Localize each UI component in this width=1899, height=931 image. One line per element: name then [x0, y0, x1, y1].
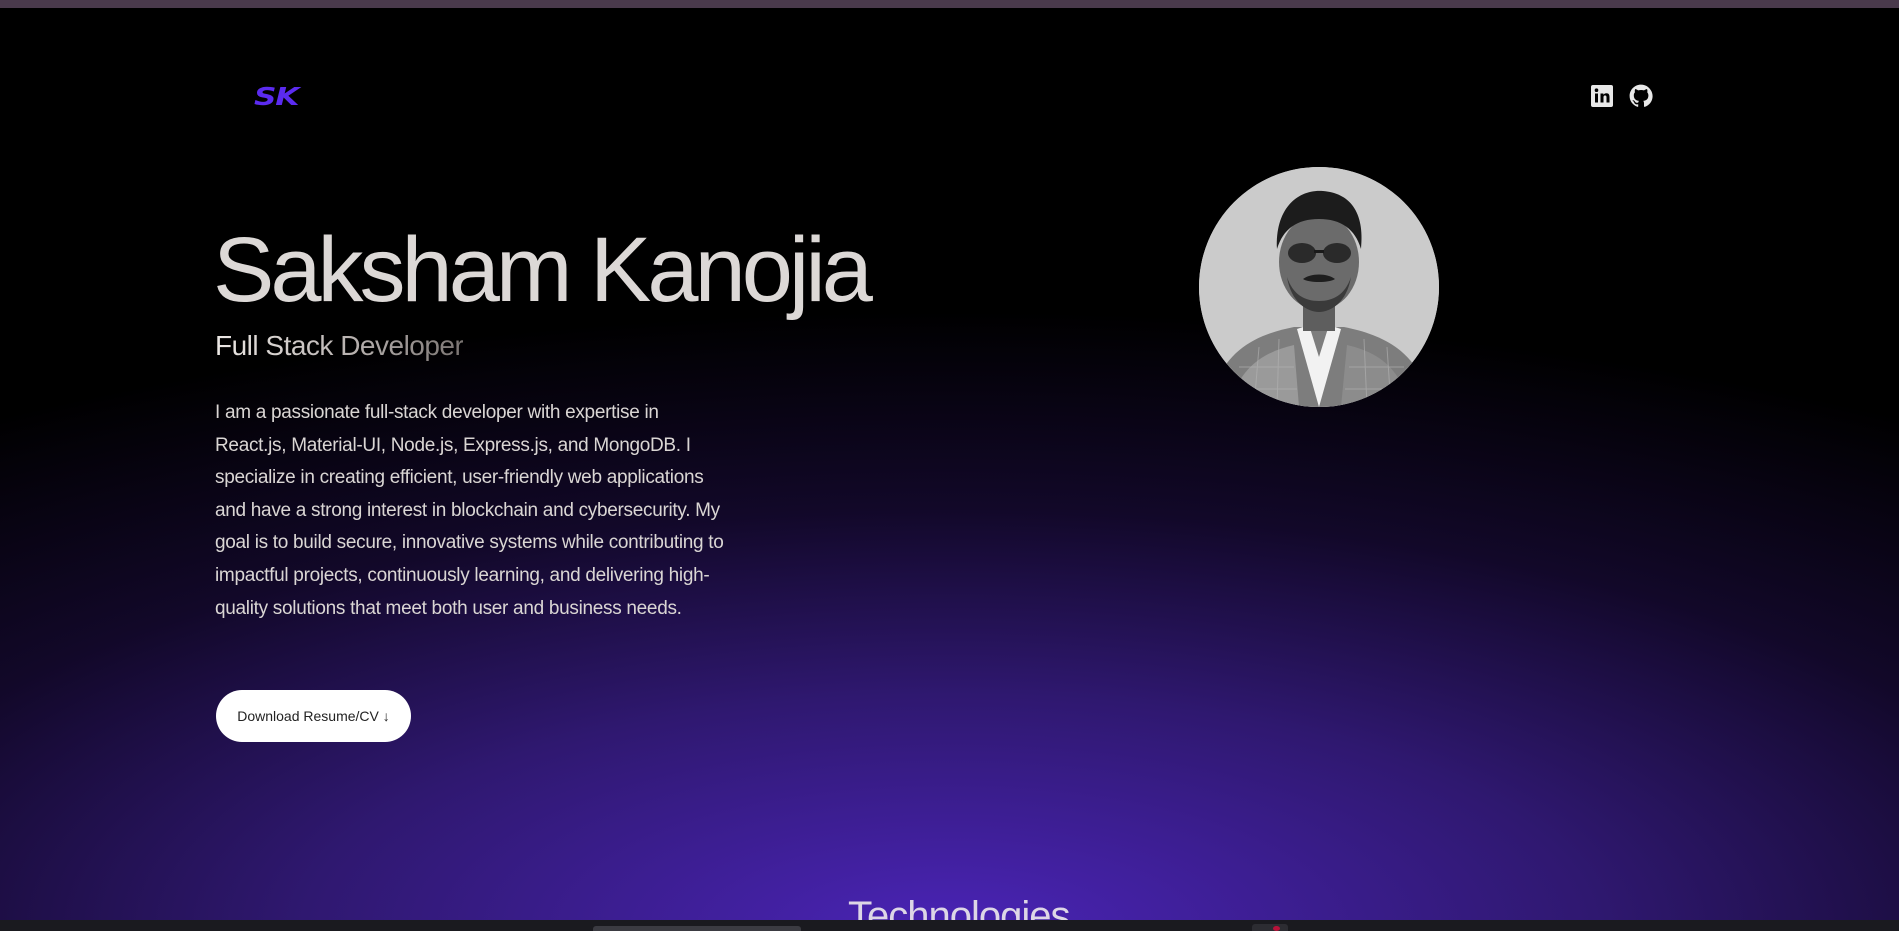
hero-role: Full Stack Developer	[215, 330, 464, 361]
site-logo[interactable]: SK	[254, 82, 300, 111]
profile-photo	[1199, 167, 1439, 407]
taskbar-app-icon[interactable]	[1252, 924, 1288, 931]
hero-name: Saksham Kanojia	[213, 219, 873, 321]
github-icon[interactable]	[1629, 84, 1653, 108]
hero-bio: I am a passionate full-stack developer w…	[215, 402, 724, 619]
taskbar	[0, 920, 1899, 931]
taskbar-item[interactable]	[593, 926, 801, 931]
github-link[interactable]	[1629, 84, 1653, 108]
social-links	[1590, 84, 1653, 108]
browser-top-strip	[0, 0, 1899, 8]
download-resume-button[interactable]: Download Resume/CV ↓	[216, 690, 411, 742]
profile-photo-illustration	[1199, 167, 1439, 407]
linkedin-link[interactable]	[1590, 84, 1614, 108]
linkedin-icon[interactable]	[1590, 84, 1614, 108]
portfolio-page: SK Saksham Kanojia Full Stack Developer …	[0, 0, 1899, 931]
